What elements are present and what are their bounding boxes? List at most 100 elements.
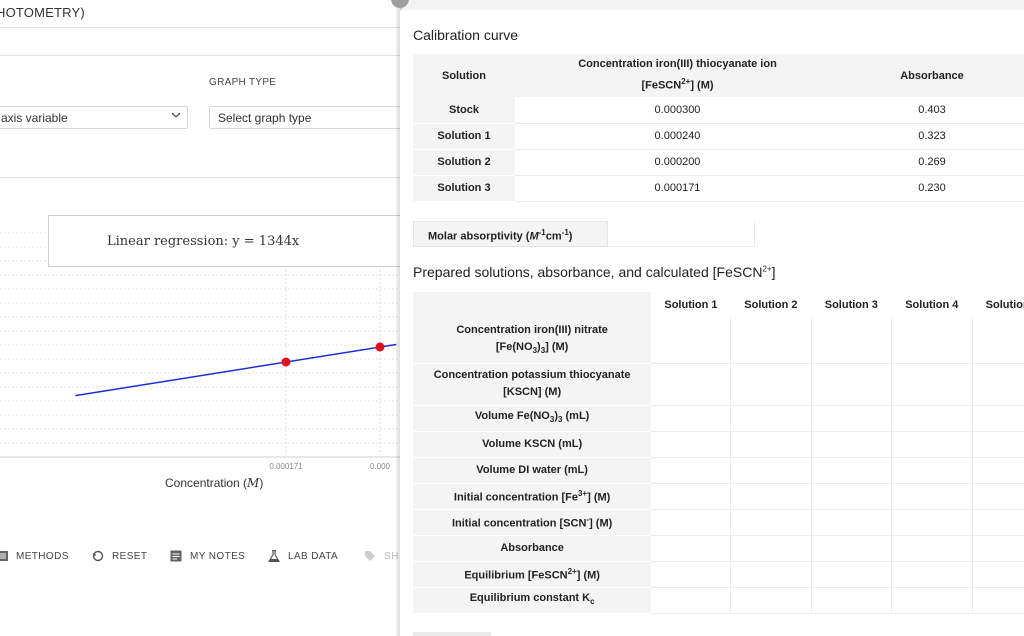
row-text: ] (M) [589,517,613,530]
table-cell-input[interactable] [891,318,973,364]
prep-title-post: ] [771,264,776,280]
table-row: Solution 1 0.000240 0.323 [413,123,1024,150]
table-cell-input[interactable] [891,457,973,484]
table-row: Volume Fe(NO3)3 (mL) [413,405,1024,432]
row-header-volume-fe: Volume Fe(NO3)3 (mL) [413,405,652,432]
table-cell-input[interactable] [651,363,732,406]
row-sup: 2+ [567,567,577,577]
table-cell-input[interactable] [891,509,973,536]
row-header-initial-scn: Initial concentration [SCN-] (M) [413,509,652,536]
table-cell-input[interactable] [730,561,812,588]
conc-header-sup: 2+ [681,77,691,87]
chevron-down-icon [171,110,181,123]
table-cell-input[interactable] [730,535,812,562]
table-cell-input[interactable] [811,431,893,458]
regression-line [75,343,397,397]
table-cell-input[interactable] [811,405,893,432]
share-button[interactable]: SH [364,550,399,562]
molar-sup2: -1 [561,228,569,237]
row-header-solution: Solution 1 [413,123,515,150]
table-cell-input[interactable] [811,587,893,614]
table-cell-input[interactable] [811,561,893,588]
table-cell-input[interactable] [811,363,893,406]
app-title: HOTOMETRY) [0,5,85,20]
list-icon [0,550,8,562]
molar-absorptivity-input[interactable] [608,246,754,247]
row-text: Concentration potassium thiocyanate [433,369,631,381]
table-cell-input[interactable] [972,318,1024,364]
row-text: Initial concentration [SCN [451,517,587,530]
table-cell-input[interactable] [651,509,732,536]
graph-type-select[interactable]: Select graph type [209,106,400,129]
table-row: Volume KSCN (mL) [413,431,1024,458]
table-cell-input[interactable] [972,509,1024,536]
table-cell-input[interactable] [651,318,732,364]
partial-button[interactable] [413,632,491,636]
table-cell-input[interactable] [972,535,1024,562]
table-cell-input[interactable] [891,587,973,614]
table-cell-input[interactable] [651,431,732,458]
row-text: ] (M) [587,491,611,504]
table-cell-input[interactable] [891,431,973,458]
table-cell-input[interactable] [811,457,893,484]
table-cell-concentration: 0.000200 [515,149,840,176]
row-sup: 3+ [577,489,588,499]
lab-data-button[interactable]: LAB DATA [267,549,338,563]
data-point[interactable] [281,357,291,367]
table-cell-input[interactable] [730,483,812,510]
table-cell-input[interactable] [972,561,1024,588]
table-row: Solution 2 0.000200 0.269 [413,149,1024,176]
x-tick-label: 0.000 [370,462,391,471]
table-cell-input[interactable] [651,483,732,510]
table-cell-input[interactable] [891,405,973,432]
conc-header-line2-post: ] (M) [690,79,714,92]
table-cell-input[interactable] [891,535,973,562]
row-header-equilibrium-fescn: Equilibrium [FeSCN2+] (M) [413,561,652,588]
x-axis-label: Concentration (M) [165,476,263,490]
table-cell-input[interactable] [730,587,812,614]
methods-button[interactable]: METHODS [0,550,69,562]
row-text: Equilibrium constant K [469,591,591,604]
table-cell-input[interactable] [730,363,812,406]
table-cell-input[interactable] [730,318,812,364]
axis-variable-select[interactable]: axis variable [0,106,188,129]
table-cell-input[interactable] [972,483,1024,510]
table-cell-input[interactable] [730,509,812,536]
table-cell-input[interactable] [651,535,732,562]
table-cell-concentration: 0.000240 [515,123,840,150]
calibration-table: Solution Concentration iron(III) thiocya… [413,54,1024,202]
col-header-solution-2: Solution 2 [730,292,812,318]
table-cell-input[interactable] [891,363,973,406]
molar-sup1: -1 [538,228,546,237]
my-notes-button[interactable]: MY NOTES [170,550,245,562]
table-cell-input[interactable] [730,431,812,458]
table-cell-input[interactable] [891,561,973,588]
reset-button[interactable]: RESET [92,550,147,562]
row-header-solution: Stock [413,97,515,124]
x-axis-label-prefix: Concentration ( [165,476,248,490]
table-cell-input[interactable] [730,457,812,484]
col-header-solution-3: Solution 3 [811,292,892,318]
table-cell-input[interactable] [811,318,893,364]
table-cell-input[interactable] [972,363,1024,406]
table-cell-absorbance: 0.403 [840,97,1024,124]
table-cell-input[interactable] [651,587,732,614]
right-pane: Calibration curve Solution Concentration… [400,10,1024,636]
table-cell-input[interactable] [651,561,732,588]
table-cell-input[interactable] [972,431,1024,458]
table-cell-input[interactable] [730,405,812,432]
table-cell-input[interactable] [972,457,1024,484]
table-cell-input[interactable] [651,457,732,484]
table-row: Initial concentration [SCN-] (M) [413,509,1024,536]
col-header-solution-4: Solution 4 [891,292,973,318]
data-point[interactable] [375,342,385,352]
table-cell-input[interactable] [972,405,1024,432]
prep-corner-header [413,292,652,318]
table-cell-input[interactable] [811,535,893,562]
table-cell-input[interactable] [972,587,1024,614]
table-cell-input[interactable] [811,509,893,536]
table-cell-input[interactable] [891,483,973,510]
bottom-toolbar: METHODS RESET MY NOTES LAB DATA SH [0,540,400,576]
table-cell-input[interactable] [651,405,732,432]
table-cell-input[interactable] [811,483,893,510]
